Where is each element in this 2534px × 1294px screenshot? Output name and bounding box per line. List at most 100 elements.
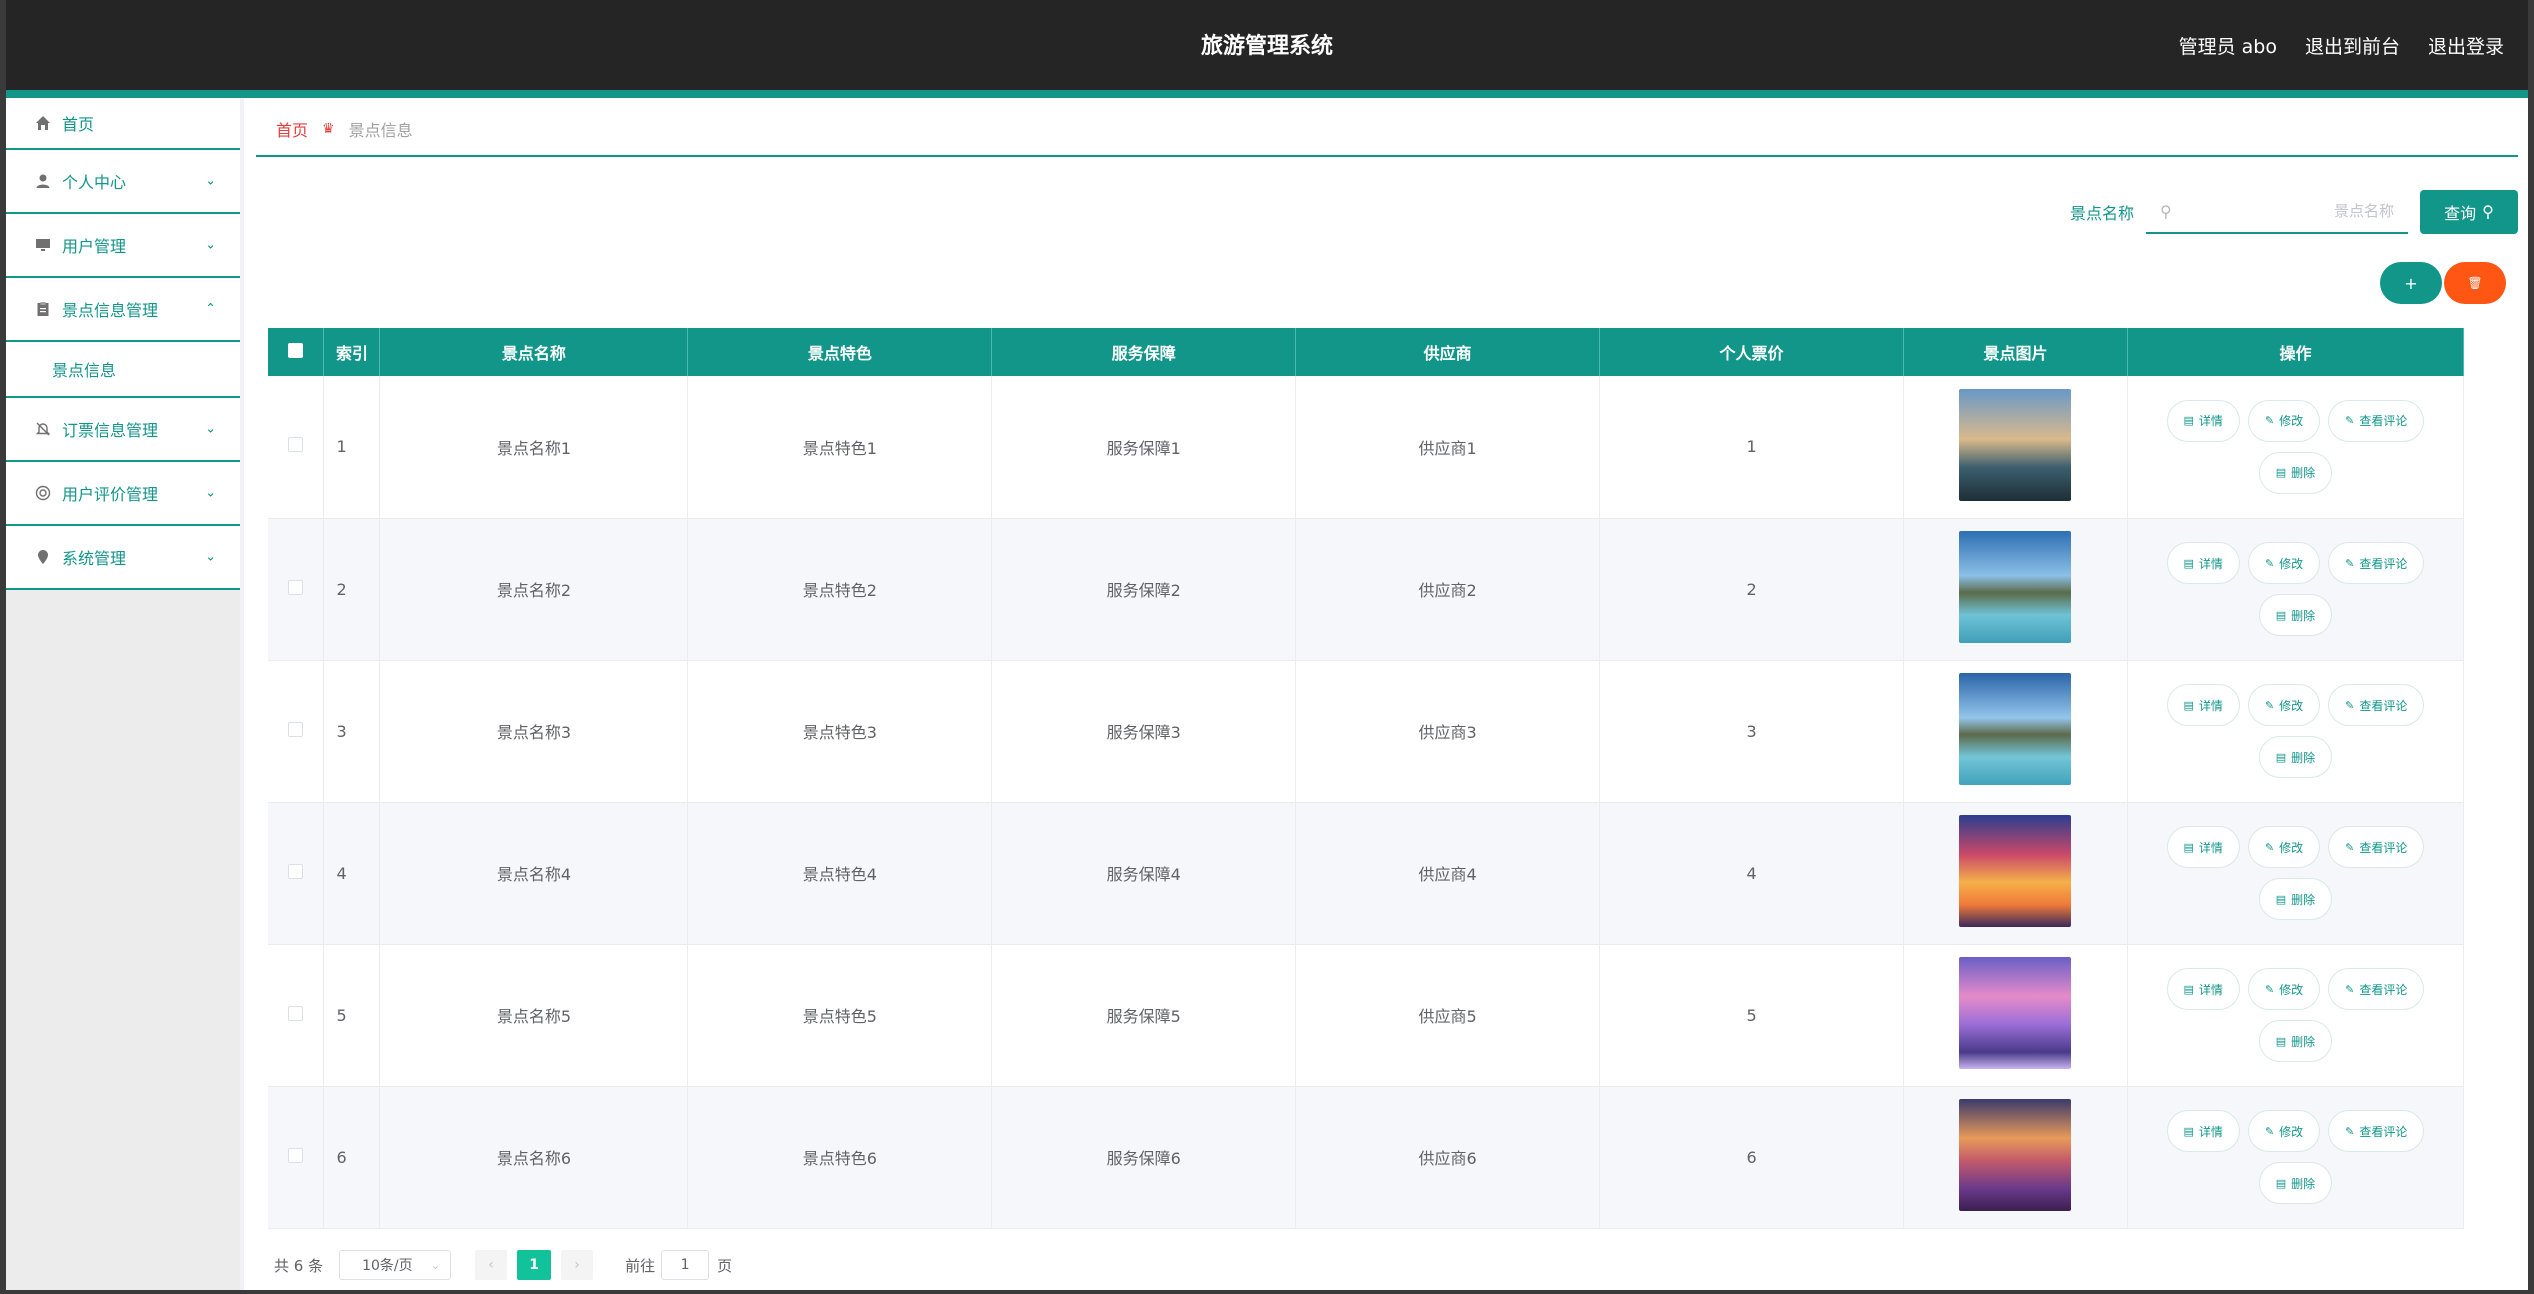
goto-page-input[interactable]	[661, 1250, 710, 1280]
row-select-cell	[268, 944, 325, 1087]
select-all-cell	[268, 328, 325, 376]
delete-button[interactable]: ▤ 删除	[2258, 594, 2333, 636]
detail-button[interactable]: ▤ 详情	[2166, 399, 2240, 442]
detail-button[interactable]: ▤ 详情	[2166, 684, 2240, 726]
cell-feature: 景点特色4	[687, 802, 993, 945]
sidebar-item-review-management[interactable]: 用户评价管理 ⌄	[6, 462, 240, 526]
document-icon: ▤	[2183, 556, 2194, 570]
sidebar-item-label: 用户评价管理	[62, 485, 159, 504]
edit-button[interactable]: ✎ 修改	[2247, 826, 2321, 868]
sidebar-item-label: 首页	[62, 115, 95, 134]
scenic-thumbnail[interactable]	[1959, 815, 2072, 927]
add-button[interactable]: +	[2380, 262, 2442, 304]
chevron-down-icon: ⌄	[205, 421, 216, 437]
op-label: 删除	[2291, 466, 2316, 481]
cell-supplier: 供应商1	[1295, 376, 1601, 519]
pagination-total: 共 6 条	[274, 1256, 324, 1275]
op-label: 详情	[2198, 1124, 2223, 1139]
detail-button[interactable]: ▤ 详情	[2166, 826, 2240, 868]
logout-link[interactable]: 退出登录	[2428, 32, 2504, 59]
cell-service: 服务保障4	[991, 802, 1297, 945]
page-size-select[interactable]: 10条/页 ⌄	[339, 1250, 452, 1280]
chevron-down-icon: ⌄	[205, 237, 216, 253]
detail-button[interactable]: ▤ 详情	[2166, 968, 2240, 1010]
row-checkbox[interactable]	[288, 579, 304, 595]
edit-button[interactable]: ✎ 修改	[2247, 399, 2321, 442]
prev-page-button[interactable]: ‹	[475, 1250, 508, 1280]
row-checkbox[interactable]	[288, 721, 304, 737]
view-reviews-button[interactable]: ✎ 查看评论	[2328, 1110, 2425, 1152]
delete-button[interactable]: ▤ 删除	[2258, 1020, 2333, 1062]
view-reviews-button[interactable]: ✎ 查看评论	[2328, 968, 2425, 1010]
op-label: 修改	[2279, 1124, 2304, 1139]
sidebar-item-user-management[interactable]: 用户管理 ⌄	[6, 214, 240, 278]
pencil-icon: ✎	[2345, 556, 2355, 570]
delete-button[interactable]: ▤ 删除	[2258, 451, 2333, 494]
goto-label: 前往	[625, 1256, 656, 1275]
op-label: 查看评论	[2359, 556, 2408, 571]
sidebar-item-label: 系统管理	[62, 549, 127, 568]
scenic-thumbnail[interactable]	[1959, 1099, 2072, 1211]
trash-icon: ▤	[2275, 466, 2287, 480]
breadcrumb-home-link[interactable]: 首页	[276, 117, 308, 141]
sidebar-item-scenic-management[interactable]: 景点信息管理 ⌃	[6, 278, 240, 342]
chevron-down-icon: ⌄	[430, 1258, 441, 1272]
select-all-checkbox[interactable]	[288, 342, 304, 358]
delete-button[interactable]: ▤ 删除	[2258, 1162, 2333, 1204]
chevron-down-icon: ⌄	[205, 173, 216, 189]
edit-button[interactable]: ✎ 修改	[2247, 1110, 2321, 1152]
op-label: 修改	[2279, 414, 2304, 429]
search-label: 景点名称	[2069, 204, 2134, 223]
page-size-value: 10条/页	[362, 1258, 413, 1274]
next-page-button[interactable]: ›	[561, 1250, 594, 1280]
trash-icon: ▤	[2275, 892, 2287, 906]
view-reviews-button[interactable]: ✎ 查看评论	[2328, 399, 2425, 442]
sidebar-item-home[interactable]: 首页	[6, 98, 240, 150]
search-input[interactable]	[2171, 202, 2394, 220]
scenic-thumbnail[interactable]	[1959, 673, 2072, 785]
cell-supplier: 供应商5	[1295, 944, 1601, 1087]
document-icon: ▤	[2183, 1124, 2194, 1138]
query-button[interactable]: 查询 ⚲	[2420, 190, 2518, 234]
sidebar-item-personal-center[interactable]: 个人中心 ⌄	[6, 150, 240, 214]
view-reviews-button[interactable]: ✎ 查看评论	[2328, 542, 2425, 584]
detail-button[interactable]: ▤ 详情	[2166, 542, 2240, 584]
detail-button[interactable]: ▤ 详情	[2166, 1110, 2240, 1152]
scenic-thumbnail[interactable]	[1959, 957, 2072, 1069]
delete-button[interactable]: ▤ 删除	[2258, 878, 2333, 920]
row-checkbox[interactable]	[288, 437, 304, 453]
trash-icon: ▤	[2275, 1176, 2287, 1190]
search-icon: ⚲	[2160, 201, 2172, 221]
row-checkbox[interactable]	[288, 1005, 304, 1021]
sidebar-item-system-management[interactable]: 系统管理 ⌄	[6, 526, 240, 590]
sidebar-item-ticket-management[interactable]: 订票信息管理 ⌄	[6, 398, 240, 462]
sidebar-item-label: 景点信息管理	[62, 301, 159, 320]
top-right-links: 管理员 abo 退出到前台 退出登录	[2179, 32, 2504, 59]
edit-button[interactable]: ✎ 修改	[2247, 684, 2321, 726]
cell-index: 5	[323, 944, 381, 1087]
sidebar-subitem-scenic-info[interactable]: 景点信息	[6, 342, 240, 398]
pencil-icon: ✎	[2264, 414, 2275, 428]
op-label: 查看评论	[2359, 1124, 2408, 1139]
scenic-thumbnail[interactable]	[1959, 388, 2072, 501]
admin-user-label[interactable]: 管理员 abo	[2179, 32, 2277, 59]
scenic-table: 索引 景点名称 景点特色 服务保障 供应商 个人票价 景点图片 操作 1 景点名称…	[268, 328, 2465, 1229]
scenic-thumbnail[interactable]	[1959, 531, 2072, 643]
edit-button[interactable]: ✎ 修改	[2247, 968, 2321, 1010]
op-label: 修改	[2279, 698, 2304, 713]
view-reviews-button[interactable]: ✎ 查看评论	[2328, 684, 2425, 726]
edit-button[interactable]: ✎ 修改	[2247, 542, 2321, 584]
delete-button[interactable]: ▤ 删除	[2258, 736, 2333, 778]
row-checkbox[interactable]	[288, 1147, 304, 1163]
chevron-right-icon: ›	[574, 1257, 580, 1273]
cell-operations: ▤ 详情 ✎ 修改 ✎ 查看评论 ▤ 删除	[2127, 1086, 2465, 1229]
exit-to-front-link[interactable]: 退出到前台	[2305, 32, 2400, 59]
page-number-1[interactable]: 1	[517, 1250, 552, 1280]
view-reviews-button[interactable]: ✎ 查看评论	[2328, 826, 2425, 868]
trash-icon: ▤	[2275, 608, 2287, 622]
row-ops: ▤ 详情 ✎ 修改 ✎ 查看评论 ▤ 删除	[2150, 399, 2440, 494]
row-checkbox[interactable]	[288, 863, 304, 879]
pin-icon	[34, 548, 52, 566]
batch-delete-button[interactable]: 🗑	[2444, 262, 2506, 304]
cell-operations: ▤ 详情 ✎ 修改 ✎ 查看评论 ▤ 删除	[2127, 518, 2465, 661]
